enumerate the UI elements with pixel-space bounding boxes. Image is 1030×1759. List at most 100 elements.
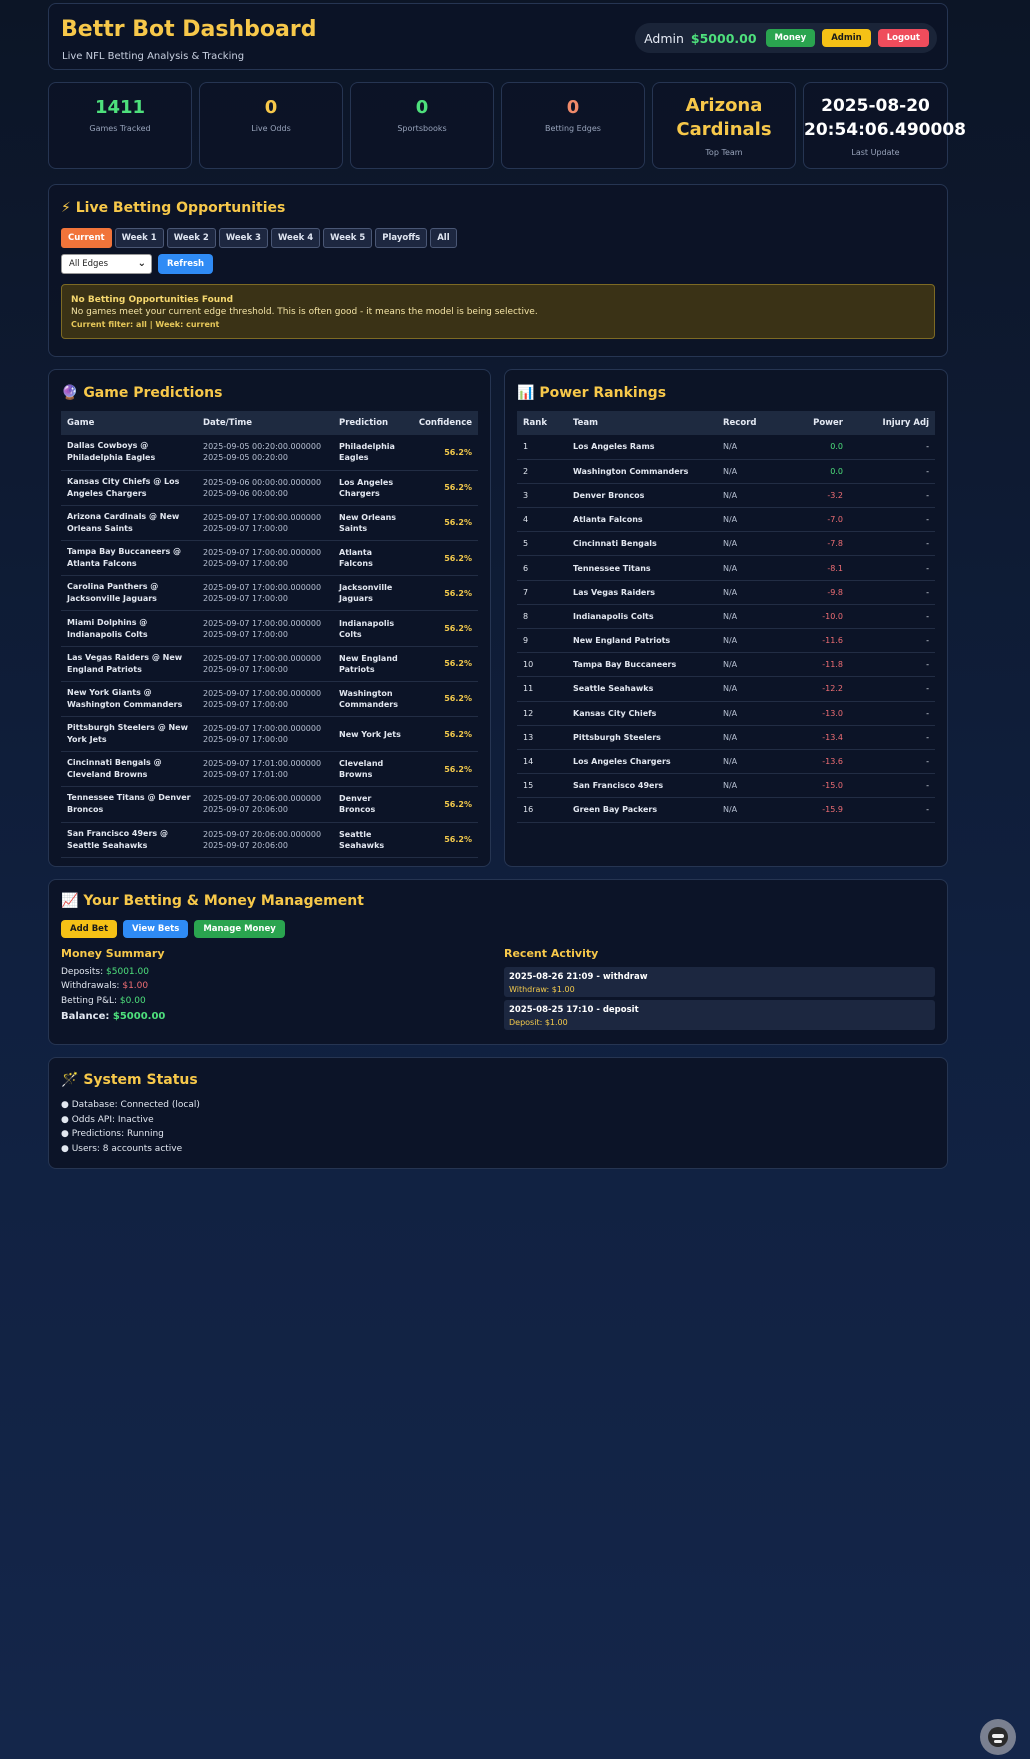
- power-cell: -12.2: [793, 676, 849, 702]
- game-cell: Tampa Bay Buccaneers @ Atlanta Falcons: [61, 540, 197, 577]
- admin-button[interactable]: Admin: [822, 29, 871, 47]
- status-users: ● Users: 8 accounts active: [61, 1144, 183, 1154]
- stat-last-update: 2025-08-20 20:54:06.490008 Last Update: [803, 82, 966, 169]
- table-row: Tennessee Titans @ Denver Broncos 2025-09…: [61, 786, 478, 823]
- refresh-button[interactable]: Refresh: [158, 254, 214, 274]
- tab-week-3[interactable]: Week 3: [218, 228, 268, 248]
- team-cell: Cincinnati Bengals: [567, 531, 717, 557]
- record-cell: N/A: [717, 459, 793, 484]
- table-row: Dallas Cowboys @ Philadelphia Eagles 2025…: [61, 435, 478, 471]
- tab-week-5[interactable]: Week 5: [323, 228, 373, 248]
- table-row: 13 Pittsburgh Steelers N/A -13.4-: [517, 725, 935, 750]
- withdrawals-line: Withdrawals: $1.00: [61, 981, 148, 991]
- money-button[interactable]: Money: [765, 29, 816, 47]
- balance-value: $5000.00: [112, 1011, 166, 1022]
- live-betting-section: ⚡ Live Betting Opportunities Current Wee…: [48, 184, 948, 357]
- team-cell: Green Bay Packers: [567, 797, 717, 823]
- tab-playoffs[interactable]: Playoffs: [375, 228, 428, 248]
- trend-chart-icon: 📈: [61, 893, 79, 909]
- game-cell: Tennessee Titans @ Denver Broncos: [61, 786, 197, 823]
- rank-cell: 11: [517, 676, 567, 702]
- manage-money-button[interactable]: Manage Money: [194, 920, 285, 938]
- lightning-icon: ⚡: [61, 200, 71, 216]
- withdrawals-label: Withdrawals:: [61, 981, 120, 991]
- money-management-section: 📈 Your Betting & Money Management Add Be…: [48, 879, 948, 1045]
- activity-item: 2025-08-26 21:09 - withdraw Withdraw: $1…: [504, 967, 935, 997]
- edge-filter-select[interactable]: All Edges ⌄: [61, 254, 152, 274]
- game-cell: Carolina Panthers @ Jacksonville Jaguars: [61, 575, 197, 612]
- top-team-line2: Cardinals: [676, 119, 772, 140]
- injury-adj-cell: -: [849, 628, 935, 654]
- power-cell: -15.0: [793, 773, 849, 799]
- view-bets-button[interactable]: View Bets: [123, 920, 189, 938]
- team-cell: Washington Commanders: [567, 459, 717, 484]
- datetime-cell: 2025-09-07 17:00:00.000000 2025-09-07 17…: [197, 505, 333, 542]
- col-datetime: Date/Time: [197, 411, 333, 435]
- datetime-cell: 2025-09-07 17:00:00.000000 2025-09-07 17…: [197, 540, 333, 577]
- recent-activity-title: Recent Activity: [504, 947, 599, 960]
- status-database: ● Database: Connected (local): [61, 1100, 200, 1110]
- stat-label: Games Tracked: [89, 124, 151, 133]
- record-cell: N/A: [717, 483, 793, 509]
- rank-cell: 4: [517, 507, 567, 533]
- confidence-cell: 56.2%: [412, 610, 478, 647]
- money-summary-title: Money Summary: [61, 947, 165, 960]
- tab-week-1[interactable]: Week 1: [114, 228, 164, 248]
- rank-cell: 1: [517, 435, 567, 460]
- confidence-cell: 56.2%: [412, 681, 478, 718]
- injury-adj-cell: -: [849, 531, 935, 557]
- record-cell: N/A: [717, 652, 793, 678]
- col-team: Team: [567, 411, 717, 435]
- record-cell: N/A: [717, 749, 793, 775]
- datetime-cell: 2025-09-07 17:00:00.000000 2025-09-07 17…: [197, 681, 333, 718]
- status-predictions: ● Predictions: Running: [61, 1129, 164, 1139]
- balance-label: Balance:: [61, 1011, 110, 1022]
- alert-title: No Betting Opportunities Found: [71, 295, 234, 305]
- team-cell: Tennessee Titans: [567, 555, 717, 581]
- col-prediction: Prediction: [333, 411, 413, 435]
- record-cell: N/A: [717, 555, 793, 581]
- tab-week-4[interactable]: Week 4: [270, 228, 321, 248]
- prediction-cell: Philadelphia Eagles: [333, 435, 413, 471]
- datetime-cell: 2025-09-07 17:00:00.000000 2025-09-07 17…: [197, 716, 333, 753]
- injury-adj-cell: -: [849, 676, 935, 702]
- prediction-cell: Denver Broncos: [333, 786, 413, 823]
- table-row: 3 Denver Broncos N/A -3.2-: [517, 483, 935, 509]
- power-cell: -7.0: [793, 507, 849, 533]
- datetime-cell: 2025-09-07 17:00:00.000000 2025-09-07 17…: [197, 575, 333, 612]
- datetime-cell: 2025-09-06 00:00:00.000000 2025-09-06 00…: [197, 470, 333, 506]
- game-cell: Cincinnati Bengals @ Cleveland Browns: [61, 751, 197, 788]
- last-update-date: 2025-08-20: [821, 96, 930, 116]
- logout-button[interactable]: Logout: [877, 29, 929, 47]
- stat-value: 0: [264, 97, 278, 118]
- alert-filter: Current filter: all | Week: current: [71, 320, 220, 329]
- table-row: Carolina Panthers @ Jacksonville Jaguars…: [61, 575, 478, 612]
- rank-cell: 9: [517, 628, 567, 654]
- pnl-value: $0.00: [119, 996, 146, 1006]
- activity-detail: Withdraw: $1.00: [509, 985, 575, 994]
- bot-avatar-icon: [988, 1727, 1008, 1747]
- power-cell: -15.9: [793, 797, 849, 823]
- stat-label: Last Update: [851, 148, 900, 157]
- datetime-cell: 2025-09-07 17:00:00.000000 2025-09-07 17…: [197, 610, 333, 647]
- assistant-avatar-button[interactable]: [980, 1719, 1016, 1755]
- datetime-cell: 2025-09-05 00:20:00.000000 2025-09-05 00…: [197, 435, 333, 471]
- injury-adj-cell: -: [849, 507, 935, 533]
- add-bet-button[interactable]: Add Bet: [61, 920, 118, 938]
- col-confidence: Confidence: [412, 411, 478, 435]
- record-cell: N/A: [717, 773, 793, 799]
- game-cell: Miami Dolphins @ Indianapolis Colts: [61, 610, 197, 647]
- wand-icon: 🪄: [61, 1072, 79, 1088]
- page-title: Bettr Bot Dashboard: [61, 17, 317, 42]
- tab-current[interactable]: Current: [61, 228, 112, 248]
- tab-all[interactable]: All: [430, 228, 457, 248]
- table-row: 14 Los Angeles Chargers N/A -13.6-: [517, 749, 935, 775]
- game-cell: New York Giants @ Washington Commanders: [61, 681, 197, 718]
- chevron-down-icon: ⌄: [137, 258, 146, 269]
- prediction-cell: Jacksonville Jaguars: [333, 575, 413, 612]
- record-cell: N/A: [717, 580, 793, 605]
- tab-week-2[interactable]: Week 2: [166, 228, 216, 248]
- datetime-cell: 2025-09-07 20:06:00.000000 2025-09-07 20…: [197, 822, 333, 858]
- power-cell: 0.0: [793, 459, 849, 484]
- deposits-label: Deposits:: [61, 967, 104, 977]
